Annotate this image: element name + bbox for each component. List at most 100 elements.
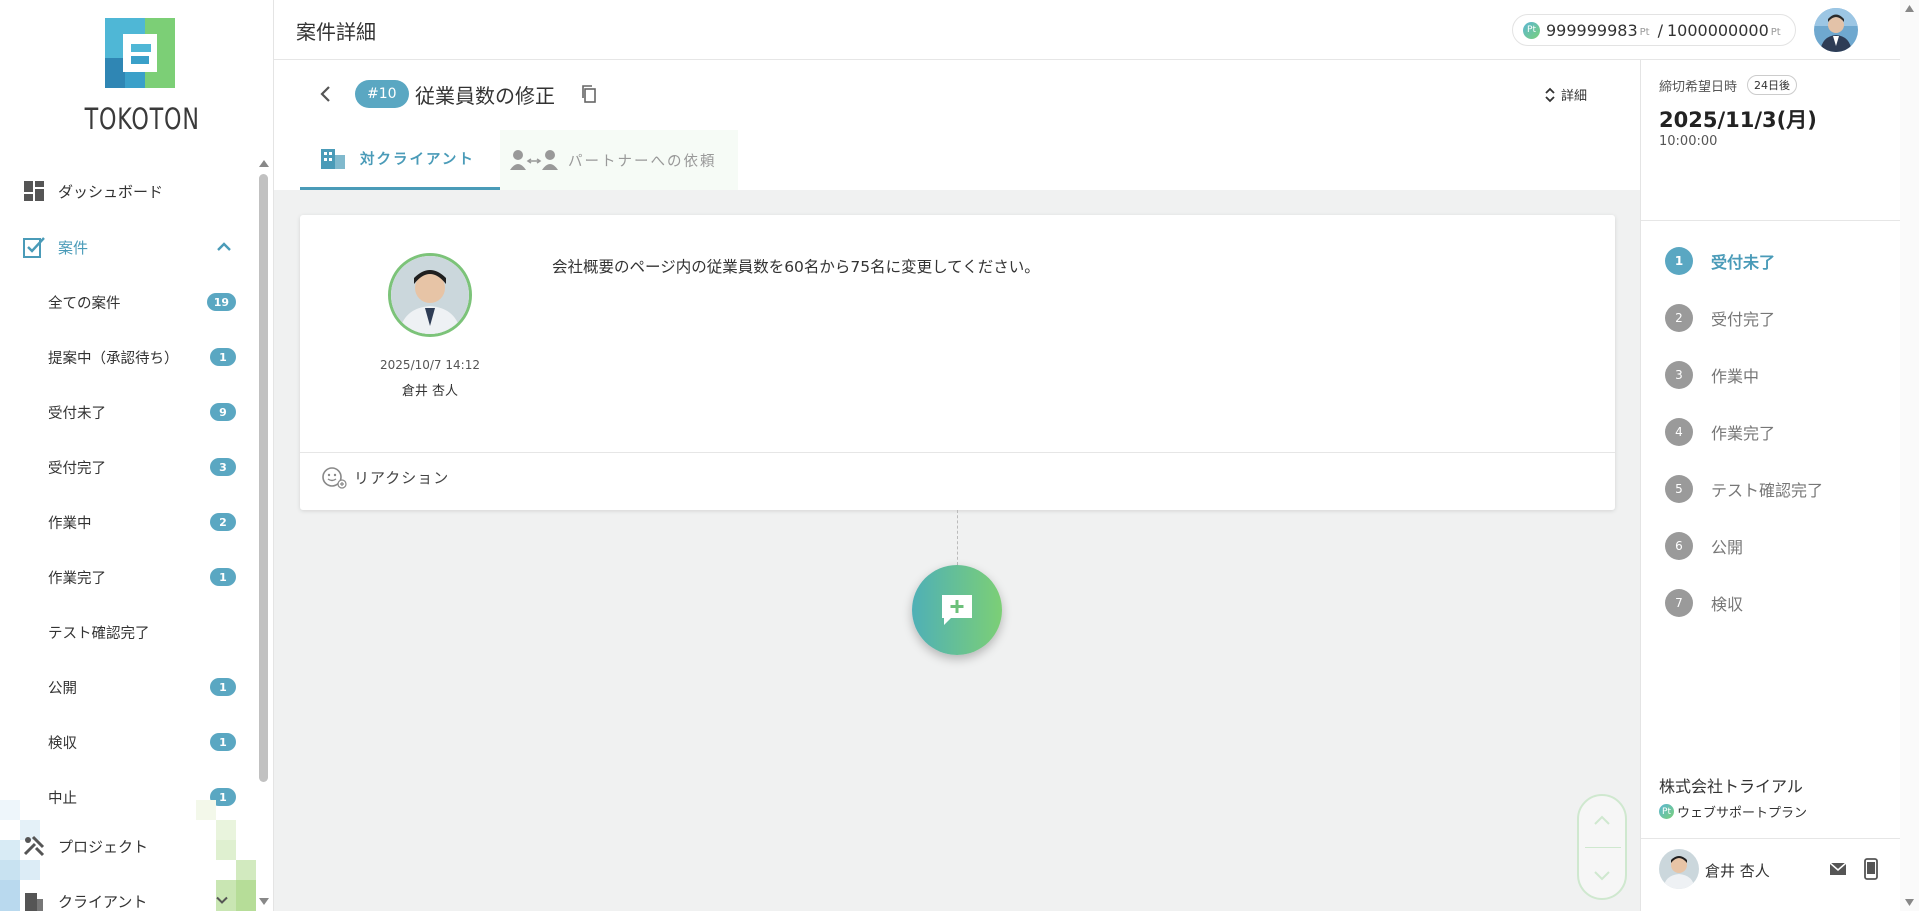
- status-step-published[interactable]: 6 公開: [1665, 531, 1743, 561]
- partner-exchange-icon: [510, 150, 558, 170]
- top-header: 案件詳細 Pt 999999983 Pt / 1000000000 Pt: [274, 0, 1900, 60]
- sidebar-item-proposing[interactable]: 提案中（承認待ち） 1: [48, 344, 236, 370]
- add-reaction-icon: [322, 467, 347, 489]
- case-title: 従業員数の修正: [415, 84, 555, 108]
- client-company: 株式会社トライアル: [1659, 777, 1803, 796]
- status-step-not-received[interactable]: 1 受付未了: [1665, 246, 1775, 276]
- scroll-down-arrow-icon[interactable]: [258, 897, 270, 907]
- page-title: 案件詳細: [296, 20, 376, 44]
- tools-icon: [23, 835, 45, 857]
- case-number-badge: #10: [355, 80, 409, 108]
- scroll-up-chevron-icon[interactable]: [1577, 796, 1627, 846]
- author-avatar[interactable]: [388, 253, 472, 337]
- detail-toggle-button[interactable]: 詳細: [1543, 85, 1587, 104]
- deadline-label-row: 締切希望日時 24日後: [1659, 75, 1798, 95]
- count-badge: 1: [210, 678, 236, 696]
- cases-checklist-icon: [23, 237, 45, 258]
- points-unit: Pt: [1770, 26, 1781, 38]
- step-label: 受付完了: [1711, 310, 1776, 329]
- timeline-connector: [957, 510, 958, 565]
- status-step-received[interactable]: 2 受付完了: [1665, 303, 1775, 333]
- deadline-date: 2025/11/3(月): [1659, 108, 1817, 132]
- plan-label: ウェブサポートプラン: [1677, 806, 1808, 821]
- nav-cases[interactable]: 案件: [22, 234, 232, 260]
- sidebar-item-label: テスト確認完了: [48, 625, 150, 642]
- step-label: 作業完了: [1711, 424, 1776, 443]
- message-text: 会社概要のページ内の従業員数を60名から75名に変更してください。: [552, 258, 1040, 276]
- nav-project[interactable]: プロジェクト: [22, 833, 148, 859]
- scroll-navigator: [1577, 794, 1627, 900]
- detail-label: 詳細: [1561, 89, 1588, 104]
- mail-icon[interactable]: [1828, 859, 1848, 879]
- divider: [1585, 847, 1621, 848]
- phone-icon[interactable]: [1863, 858, 1879, 880]
- building-icon: [25, 893, 43, 911]
- copy-icon[interactable]: [579, 84, 599, 104]
- chevron-up-icon[interactable]: [212, 235, 236, 259]
- reaction-label: リアクション: [354, 468, 450, 487]
- sidebar-item-label: 提案中（承認待ち）: [48, 350, 179, 367]
- logo-text: TOKOTON: [84, 102, 200, 136]
- step-label: 検収: [1711, 595, 1744, 614]
- sidebar-item-label: 受付完了: [48, 460, 106, 477]
- avatar-photo: [391, 256, 469, 334]
- scroll-down-arrow-icon[interactable]: [1900, 897, 1919, 909]
- tokoton-logo[interactable]: TOKOTON: [75, 18, 203, 136]
- add-comment-button[interactable]: [912, 565, 1002, 655]
- message-card: 2025/10/7 14:12 倉井 杏人 会社概要のページ内の従業員数を60名…: [300, 215, 1615, 510]
- sidebar-item-test-confirmed[interactable]: テスト確認完了: [48, 619, 236, 645]
- dashboard-icon: [24, 181, 44, 201]
- status-step-work-done[interactable]: 4 作業完了: [1665, 417, 1775, 447]
- sidebar-item-all-cases[interactable]: 全ての案件 19: [48, 289, 236, 315]
- divider: [300, 452, 1615, 453]
- reaction-button[interactable]: リアクション: [320, 465, 449, 489]
- tab-partner-request[interactable]: パートナーへの依頼: [500, 130, 738, 190]
- nav-project-label: プロジェクト: [58, 837, 149, 856]
- status-step-in-progress[interactable]: 3 作業中: [1665, 360, 1759, 390]
- sidebar-item-in-progress[interactable]: 作業中 2: [48, 509, 236, 535]
- building-icon: [321, 148, 345, 169]
- nav-client[interactable]: クライアント: [22, 888, 232, 911]
- count-badge: 1: [210, 348, 236, 366]
- step-number: 7: [1665, 589, 1693, 617]
- points-icon: Pt: [1523, 21, 1540, 39]
- status-panel: 締切希望日時 24日後 2025/11/3(月) 10:00:00 1 受付未了…: [1640, 60, 1901, 911]
- sidebar-item-not-received[interactable]: 受付未了 9: [48, 399, 236, 425]
- avatar-photo: [1814, 8, 1858, 52]
- points-used: 999999983: [1546, 20, 1638, 40]
- back-chevron-icon[interactable]: [314, 82, 338, 106]
- user-avatar[interactable]: [1814, 8, 1858, 52]
- scroll-up-arrow-icon[interactable]: [1900, 2, 1919, 14]
- chevron-down-icon[interactable]: [212, 890, 232, 910]
- unfold-icon: [1545, 87, 1555, 102]
- contact-avatar[interactable]: [1659, 849, 1699, 889]
- nav-dashboard[interactable]: ダッシュボード: [22, 178, 163, 204]
- step-label: テスト確認完了: [1711, 481, 1824, 500]
- points-separator: /: [1657, 20, 1663, 40]
- message-author: 倉井 杏人: [401, 384, 459, 399]
- step-number: 2: [1665, 304, 1693, 332]
- step-number: 3: [1665, 361, 1693, 389]
- scroll-down-chevron-icon[interactable]: [1577, 850, 1627, 900]
- sidebar-item-label: 公開: [48, 680, 77, 697]
- step-label: 作業中: [1711, 367, 1760, 386]
- scroll-up-arrow-icon[interactable]: [258, 158, 270, 168]
- divider: [1641, 838, 1901, 839]
- sidebar-item-received[interactable]: 受付完了 3: [48, 454, 236, 480]
- sidebar-item-label: 受付未了: [48, 405, 106, 422]
- sidebar: TOKOTON ダッシュボード 案件 全ての案件 19 提案中（承認待ち） 1 …: [0, 0, 274, 911]
- tab-client-label: 対クライアント: [360, 152, 475, 168]
- sidebar-item-work-done[interactable]: 作業完了 1: [48, 564, 236, 590]
- sidebar-item-published[interactable]: 公開 1: [48, 674, 236, 700]
- status-step-test-confirmed[interactable]: 5 テスト確認完了: [1665, 474, 1823, 504]
- window-scrollbar[interactable]: [1900, 0, 1919, 911]
- sidebar-item-label: 作業中: [48, 515, 92, 532]
- tab-partner-label: パートナーへの依頼: [568, 153, 717, 170]
- step-number: 4: [1665, 418, 1693, 446]
- sidebar-scrollbar[interactable]: [259, 174, 268, 782]
- sidebar-item-label: 検収: [48, 735, 77, 752]
- sidebar-item-accepted[interactable]: 検収 1: [48, 729, 236, 755]
- step-number: 1: [1665, 247, 1693, 275]
- tab-client[interactable]: 対クライアント: [300, 130, 500, 190]
- status-step-accepted[interactable]: 7 検収: [1665, 588, 1743, 618]
